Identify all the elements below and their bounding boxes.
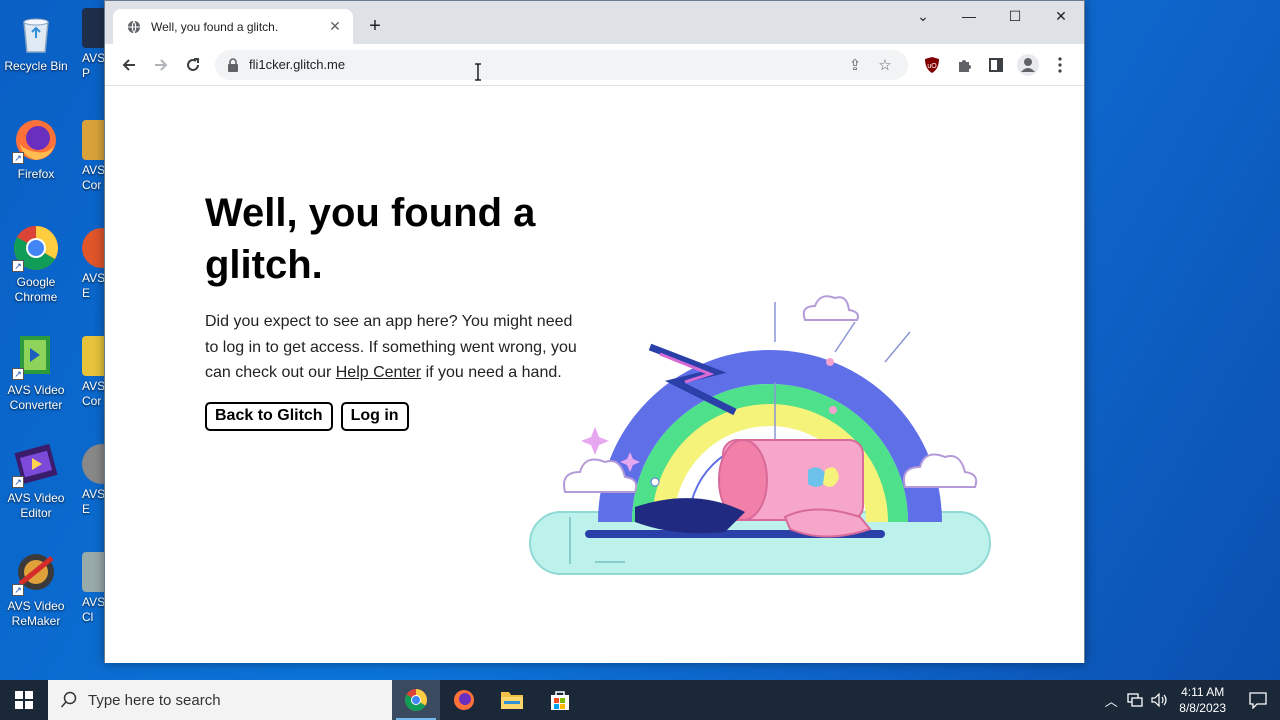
ublock-origin-icon[interactable]: uO bbox=[916, 49, 948, 81]
start-button[interactable] bbox=[0, 680, 48, 720]
notification-center-button[interactable] bbox=[1236, 680, 1280, 720]
desktop-icon-label: AVS Video Converter bbox=[7, 383, 65, 412]
taskbar-file-explorer[interactable] bbox=[488, 680, 536, 720]
browser-toolbar: fli1cker.glitch.me ⇪ ☆ uO bbox=[105, 44, 1084, 86]
chevron-up-icon[interactable]: ︿ bbox=[1099, 680, 1123, 720]
side-panel-icon[interactable] bbox=[980, 49, 1012, 81]
network-icon[interactable] bbox=[1123, 680, 1147, 720]
taskbar-chrome[interactable] bbox=[392, 680, 440, 720]
address-bar[interactable]: fli1cker.glitch.me ⇪ ☆ bbox=[215, 49, 908, 80]
window-controls: ⌄ — ☐ ✕ bbox=[900, 1, 1084, 31]
chrome-icon bbox=[405, 689, 427, 711]
tab-search-icon[interactable]: ⌄ bbox=[900, 1, 946, 31]
clock-date: 8/8/2023 bbox=[1179, 701, 1226, 715]
taskbar-firefox[interactable] bbox=[440, 680, 488, 720]
desktop-icon-google-chrome[interactable]: ↗ Google Chrome bbox=[0, 224, 72, 305]
desktop-icon-firefox[interactable]: ↗ Firefox bbox=[0, 116, 72, 182]
tab-title: Well, you found a glitch. bbox=[151, 19, 279, 34]
desktop-icon-avs-video-editor[interactable]: ↗ AVS Video Editor bbox=[0, 440, 72, 521]
firefox-icon: ↗ bbox=[12, 116, 60, 164]
notification-icon bbox=[1249, 692, 1267, 709]
page-content: Well, you found a glitch. Did you expect… bbox=[105, 87, 1084, 663]
reload-button[interactable] bbox=[177, 49, 209, 81]
lock-icon bbox=[228, 57, 238, 72]
taskbar: Type here to search ︿ 4:11 AM 8/8/2023 bbox=[0, 680, 1280, 720]
new-tab-button[interactable]: + bbox=[363, 15, 387, 37]
folder-icon bbox=[501, 692, 523, 709]
desktop-icon-recycle-bin[interactable]: Recycle Bin bbox=[0, 8, 72, 74]
back-button[interactable] bbox=[113, 49, 145, 81]
bookmark-star-icon[interactable]: ☆ bbox=[870, 56, 900, 74]
store-icon bbox=[551, 691, 569, 710]
taskbar-microsoft-store[interactable] bbox=[536, 680, 584, 720]
desktop-icon-avs-video-remaker[interactable]: ↗ AVS Video ReMaker bbox=[0, 548, 72, 629]
tab-close-icon[interactable]: ✕ bbox=[327, 18, 343, 35]
reload-icon bbox=[187, 57, 199, 71]
avs-remaker-icon: ↗ bbox=[12, 548, 60, 596]
desktop-icon-avs-video-converter[interactable]: ↗ AVS Video Converter bbox=[0, 332, 72, 413]
globe-icon bbox=[127, 20, 141, 33]
share-icon[interactable]: ⇪ bbox=[840, 56, 870, 74]
search-icon bbox=[60, 691, 77, 708]
taskbar-search-box[interactable]: Type here to search bbox=[48, 680, 392, 720]
search-placeholder: Type here to search bbox=[88, 691, 221, 709]
chrome-icon: ↗ bbox=[12, 224, 60, 272]
glitch-rainbow-illustration bbox=[529, 295, 991, 575]
recycle-bin-icon bbox=[12, 8, 60, 56]
desktop-icon-label: Google Chrome bbox=[14, 275, 58, 304]
back-arrow-icon bbox=[122, 58, 135, 71]
profile-icon[interactable] bbox=[1012, 49, 1044, 81]
maximize-button[interactable]: ☐ bbox=[992, 1, 1038, 31]
desktop-icon-label: Recycle Bin bbox=[4, 59, 68, 73]
browser-tab[interactable]: Well, you found a glitch. ✕ bbox=[113, 9, 353, 44]
forward-arrow-icon bbox=[155, 58, 168, 71]
desktop-icon-label: AVS Video ReMaker bbox=[7, 599, 65, 628]
log-in-button[interactable]: Log in bbox=[340, 401, 409, 431]
kebab-menu-icon[interactable] bbox=[1044, 49, 1076, 81]
clock-time: 4:11 AM bbox=[1181, 685, 1225, 699]
windows-logo-icon bbox=[15, 691, 33, 709]
desktop-icon-label: AVS Video Editor bbox=[7, 491, 65, 520]
volume-icon[interactable] bbox=[1147, 680, 1171, 720]
url-text: fli1cker.glitch.me bbox=[249, 57, 346, 72]
system-clock[interactable]: 4:11 AM 8/8/2023 bbox=[1179, 684, 1226, 716]
system-tray: ︿ 4:11 AM 8/8/2023 bbox=[1099, 680, 1280, 720]
extensions-puzzle-icon[interactable] bbox=[948, 49, 980, 81]
desktop-icon-label: Firefox bbox=[17, 167, 55, 181]
back-to-glitch-button[interactable]: Back to Glitch bbox=[205, 401, 333, 431]
help-center-link[interactable]: Help Center bbox=[336, 364, 421, 381]
text-cursor-icon bbox=[475, 63, 481, 81]
page-headline: Well, you found a glitch. bbox=[205, 191, 536, 287]
firefox-icon bbox=[454, 690, 474, 710]
close-window-button[interactable]: ✕ bbox=[1038, 1, 1084, 31]
avs-converter-icon: ↗ bbox=[12, 332, 60, 380]
tab-strip: Well, you found a glitch. ✕ + ⌄ — ☐ ✕ bbox=[105, 1, 1084, 44]
browser-window: Well, you found a glitch. ✕ + ⌄ — ☐ ✕ fl… bbox=[104, 0, 1085, 663]
minimize-button[interactable]: — bbox=[946, 1, 992, 31]
avs-editor-icon: ↗ bbox=[12, 440, 60, 488]
forward-button[interactable] bbox=[145, 49, 177, 81]
svg-text:uO: uO bbox=[927, 63, 937, 70]
